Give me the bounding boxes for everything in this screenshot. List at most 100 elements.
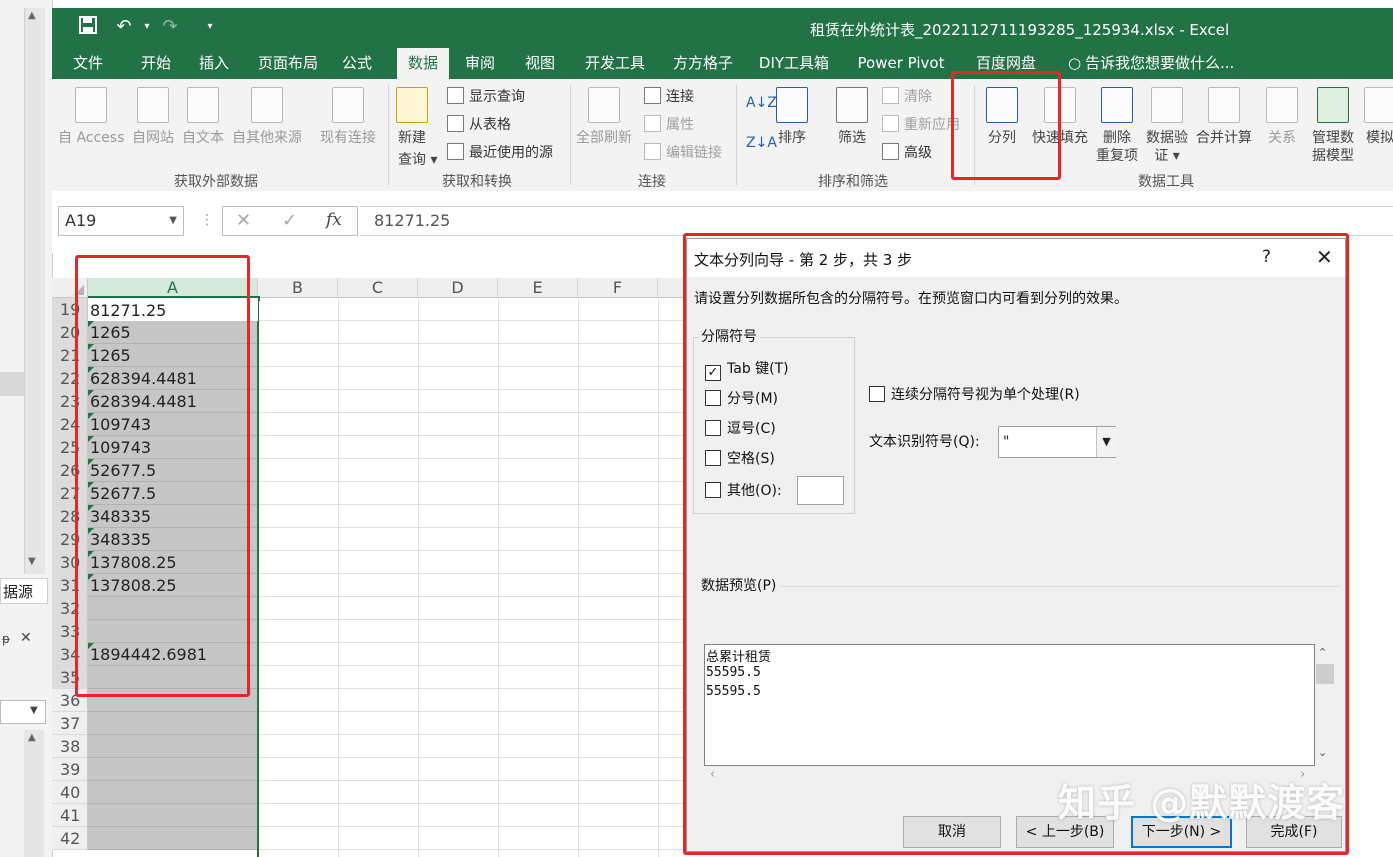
group-label-get-external: 获取外部数据 (174, 174, 258, 190)
filter-button[interactable]: 筛选 (836, 87, 868, 147)
tab-6[interactable]: 审阅 (457, 48, 503, 79)
tab-5[interactable]: 数据 (397, 48, 449, 79)
column-header-e[interactable]: E (498, 278, 578, 298)
save-icon[interactable] (76, 16, 100, 40)
redo-icon: ↷ (162, 16, 178, 37)
cancel-entry-icon[interactable]: ✕ (236, 210, 251, 231)
row-header[interactable]: 42 (52, 827, 88, 850)
tab-7[interactable]: 视图 (517, 48, 563, 79)
show-query-button[interactable]: 显示查询 (447, 86, 525, 108)
tab-8[interactable]: 开发工具 (576, 48, 654, 79)
tab-13[interactable]: 告诉我您想要做什么... (1067, 48, 1255, 79)
tab-9[interactable]: 方方格子 (664, 48, 742, 79)
consolidate-button[interactable]: 合并计算 (1196, 87, 1252, 147)
new-query-button[interactable]: 新建 (396, 87, 428, 147)
pane-close-icon[interactable]: ✕ (20, 630, 32, 646)
what-if-icon (1364, 87, 1393, 123)
group-label-sort-filter: 排序和筛选 (818, 174, 888, 190)
remove-duplicates-icon (1101, 87, 1133, 123)
gridline (258, 481, 698, 482)
row-header[interactable]: 40 (52, 781, 88, 804)
gridline (258, 642, 698, 643)
tab-11[interactable]: Power Pivot (850, 48, 952, 79)
properties-button[interactable]: 属性 (644, 114, 694, 136)
relationships-button[interactable]: 关系 (1266, 87, 1298, 147)
recent-sources-button[interactable]: 最近使用的源 (447, 142, 553, 164)
sort-button[interactable]: 排序 (776, 87, 808, 147)
gridline (338, 298, 339, 857)
refresh-icon (588, 87, 620, 123)
gridline (258, 780, 698, 781)
cell-a[interactable] (88, 827, 258, 850)
confirm-entry-icon[interactable]: ✓ (282, 210, 297, 231)
cell-a[interactable] (88, 804, 258, 827)
from-access-button[interactable]: 自 Access (58, 87, 124, 147)
watermark: 知乎 @默默渡客 (1058, 781, 1346, 825)
from-other-sources-button[interactable]: 自其他来源 (232, 87, 302, 147)
left-pane-scrollbar[interactable] (24, 8, 45, 574)
column-header-d[interactable]: D (418, 278, 498, 298)
from-web-button[interactable]: 自网站 (132, 87, 174, 147)
reapply-icon (882, 115, 899, 132)
tab-4[interactable]: 公式 (336, 48, 378, 79)
advanced-filter-icon (882, 143, 899, 160)
connections-button[interactable]: 连接 (644, 86, 694, 108)
manage-data-model-button[interactable]: 管理数 据模型 (1312, 87, 1354, 165)
row-header[interactable]: 37 (52, 712, 88, 735)
from-table-button[interactable]: 从表格 (447, 114, 511, 136)
refresh-all-button[interactable]: 全部刷新 (576, 87, 632, 147)
left-pane-dropdown[interactable] (0, 700, 46, 724)
gridline (258, 711, 698, 712)
gridline (258, 619, 698, 620)
reapply-button[interactable]: 重新应用 (882, 114, 960, 136)
column-header-c[interactable]: C (338, 278, 418, 298)
cell-a[interactable] (88, 781, 258, 804)
column-header-b[interactable]: B (258, 278, 338, 298)
data-model-icon (1317, 87, 1349, 123)
scroll-down-icon[interactable]: ▼ (28, 556, 36, 567)
column-header-f[interactable]: F (578, 278, 658, 298)
left-pane-selected-row (0, 372, 24, 396)
gridline (258, 412, 698, 413)
selection-border (257, 298, 259, 857)
undo-icon[interactable]: ↶ (112, 15, 136, 39)
cell-a[interactable] (88, 735, 258, 758)
row-header[interactable]: 39 (52, 758, 88, 781)
gridline (258, 803, 698, 804)
from-text-button[interactable]: 自文本 (182, 87, 224, 147)
scroll-up-icon[interactable]: ▲ (28, 10, 36, 21)
what-if-button[interactable]: 模拟 (1364, 87, 1393, 147)
advanced-filter-button[interactable]: 高级 (882, 142, 932, 164)
cell-a[interactable] (88, 712, 258, 735)
scroll-up-icon[interactable]: ▲ (28, 732, 36, 743)
chevron-down-icon[interactable]: ▼ (30, 705, 38, 716)
customize-qat-icon[interactable]: ▾ (198, 15, 222, 39)
formula-input[interactable] (360, 206, 1393, 236)
sort-ascending-icon[interactable]: A↓Z (746, 95, 777, 111)
tab-2[interactable]: 插入 (192, 48, 236, 79)
clear-filter-button[interactable]: 清除 (882, 86, 932, 108)
undo-dropdown-icon[interactable]: ▾ (135, 15, 159, 39)
left-pane-label: 据源 (0, 578, 48, 604)
remove-duplicates-button[interactable]: 删除 重复项 (1096, 87, 1138, 165)
pin-icon[interactable]: ᵽ (2, 632, 10, 646)
tab-3[interactable]: 页面布局 (250, 48, 326, 79)
row-header[interactable]: 38 (52, 735, 88, 758)
cell-a[interactable] (88, 758, 258, 781)
globe-icon (137, 87, 169, 123)
data-validation-button[interactable]: 数据验证 ▾ (1146, 87, 1188, 165)
tab-1[interactable]: 开始 (134, 48, 178, 79)
row-header[interactable]: 41 (52, 804, 88, 827)
sort-icon (776, 87, 808, 123)
tab-10[interactable]: DIY工具箱 (752, 48, 836, 79)
name-box[interactable]: A19 ▼ (58, 206, 184, 236)
edit-links-button[interactable]: 编辑链接 (644, 142, 722, 164)
new-query-icon (396, 87, 428, 123)
gridline (258, 757, 698, 758)
insert-function-icon[interactable]: fx (326, 210, 342, 230)
chevron-down-icon[interactable]: ▼ (169, 207, 177, 235)
existing-connections-button[interactable]: 现有连接 (320, 87, 376, 147)
left-pane-scrollbar-2[interactable] (24, 730, 44, 857)
tab-0[interactable]: 文件 (66, 48, 110, 79)
sort-descending-icon[interactable]: Z↓A (746, 135, 777, 151)
